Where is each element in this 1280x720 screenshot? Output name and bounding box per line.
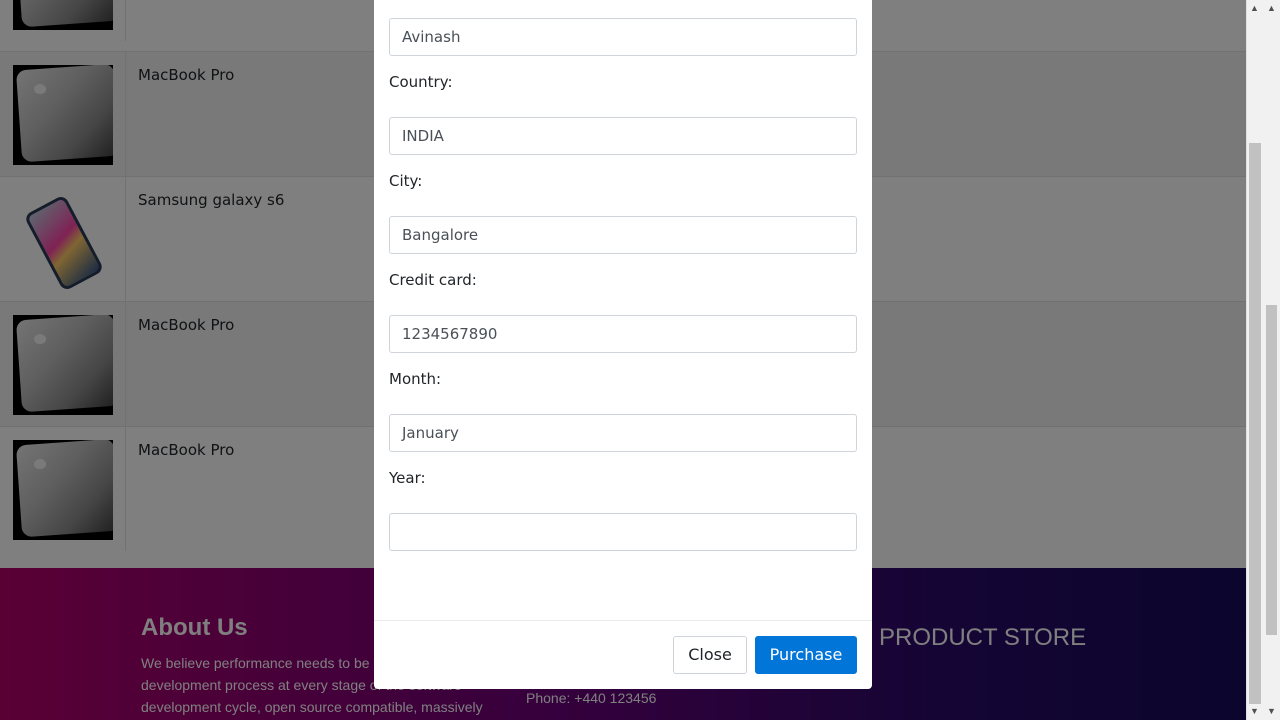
month-field[interactable]: January	[389, 414, 857, 452]
modal-footer: Close Purchase	[374, 620, 872, 689]
year-label: Year:	[389, 469, 426, 487]
scroll-up-icon[interactable]: ▲	[1250, 3, 1259, 13]
year-field[interactable]	[389, 513, 857, 551]
purchase-button[interactable]: Purchase	[755, 636, 857, 674]
city-label: City:	[389, 172, 423, 190]
scroll-down-icon[interactable]: ▼	[1250, 706, 1259, 716]
close-button[interactable]: Close	[673, 636, 747, 674]
name-field[interactable]: Avinash	[389, 18, 857, 56]
place-order-modal: Avinash Country: INDIA City: Bangalore C…	[374, 0, 872, 689]
credit-card-field[interactable]: 1234567890	[389, 315, 857, 353]
scrollbar-thumb[interactable]	[1249, 143, 1261, 704]
city-field[interactable]: Bangalore	[389, 216, 857, 254]
modal-scrollbar-thumb[interactable]	[1266, 305, 1277, 635]
country-label: Country:	[389, 73, 453, 91]
modal-scroll-up-icon[interactable]: ▲	[1267, 3, 1276, 13]
modal-scroll-down-icon[interactable]: ▼	[1267, 706, 1276, 716]
month-label: Month:	[389, 370, 442, 388]
credit-card-label: Credit card:	[389, 271, 477, 289]
country-field[interactable]: INDIA	[389, 117, 857, 155]
